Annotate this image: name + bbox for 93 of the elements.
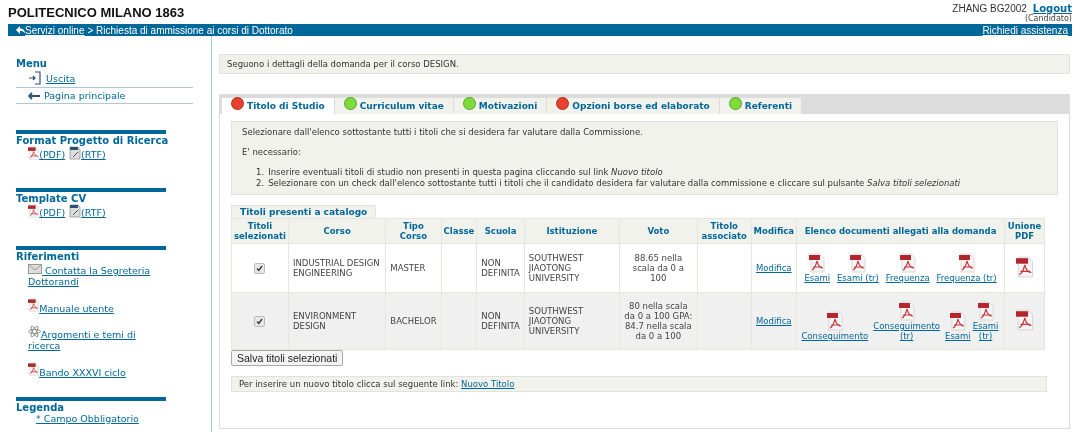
table-cell: BACHELOR xyxy=(385,292,442,350)
pdf-file-icon xyxy=(28,298,40,312)
section-title: Template CV xyxy=(16,193,87,204)
table-cell: NON DEFINITA xyxy=(476,292,525,350)
pdf-file-icon xyxy=(28,204,40,218)
tab[interactable]: Curriculum vitae xyxy=(334,94,453,114)
legend-link[interactable]: * Campo Obbligatorio xyxy=(16,413,211,424)
edit-link[interactable]: Modifica xyxy=(756,316,792,326)
document-link[interactable]: Esami xyxy=(945,311,971,341)
edit-link[interactable]: Modifica xyxy=(756,263,792,273)
pdf-file-icon xyxy=(977,301,994,321)
section-title: Menu xyxy=(16,58,47,69)
document-link[interactable]: Frequenza (tr) xyxy=(936,253,997,283)
table-cell: SOUTHWEST JIAOTONG UNIVERSITY xyxy=(524,243,620,293)
breadcrumb-link[interactable]: Servizi online xyxy=(25,24,85,36)
column-header: Classe xyxy=(441,218,477,244)
pdf-file-icon xyxy=(899,253,916,273)
reference-link[interactable]: Bando XXXVI ciclo xyxy=(16,362,163,378)
column-header: Unione PDF xyxy=(1004,218,1045,244)
download-link[interactable]: (PDF) xyxy=(28,146,66,160)
document-icon xyxy=(69,146,82,160)
download-link[interactable]: (PDF) xyxy=(28,204,66,218)
download-link[interactable]: (RTF) xyxy=(69,146,106,160)
envelope-icon xyxy=(28,264,42,274)
table-cell: NON DEFINITA xyxy=(476,243,525,293)
table-cell: 80 nella scala da 0 a 100 GPA: 84.7 nella scala da 0 a 100 xyxy=(619,292,698,350)
user-role: (Candidato) xyxy=(1024,14,1072,23)
pdf-file-icon xyxy=(28,362,40,376)
tab[interactable]: Referenti xyxy=(719,94,802,114)
document-link[interactable]: Esami xyxy=(804,253,831,283)
reference-link[interactable]: Manuale utente xyxy=(16,298,163,314)
download-link[interactable]: (RTF) xyxy=(69,204,106,218)
document-link[interactable]: Conseguimento xyxy=(801,311,869,341)
step-number: 1. xyxy=(256,167,265,178)
section-title: Format Progetto di Ricerca xyxy=(16,135,169,146)
document-icon xyxy=(69,204,82,218)
notice-text: Seguono i dettagli della domanda per il corso DESIGN. xyxy=(219,54,1070,74)
tab[interactable]: Motivazioni xyxy=(453,94,547,114)
instruction-text: Selezionare dall'elenco sottostante tutti i titoli che si desidera far valutare dalla Commissione. xyxy=(242,127,644,138)
reference-link[interactable]: Argomenti e temi di ricerca xyxy=(16,325,163,351)
pdf-file-icon xyxy=(1015,256,1034,278)
pdf-file-icon xyxy=(826,311,843,331)
table-cell: 88.65 nella scala da 0 a 100 xyxy=(619,243,698,293)
instruction-step: Inserire eventuali titoli di studio non presenti in questa pagina cliccando sul link Nuovo titolo xyxy=(268,167,663,178)
column-header: Scuola xyxy=(476,218,525,244)
column-header: Elenco documenti allegati alla domanda xyxy=(796,218,1005,244)
column-header: Titolo associato xyxy=(697,218,752,244)
table-cell: MASTER xyxy=(385,243,442,293)
table-cell: SOUTHWEST JIAOTONG UNIVERSITY xyxy=(524,292,620,350)
tab[interactable]: Opzioni borse ed elaborato xyxy=(547,94,719,114)
new-title-text: Per inserire un nuovo titolo clicca sul seguente link: Nuovo Titolo xyxy=(231,376,1047,392)
pdf-file-icon xyxy=(958,253,975,273)
table-cell: INDUSTRIAL DESIGN ENGINEERING xyxy=(288,243,386,293)
pdf-file-icon xyxy=(949,311,966,331)
breadcrumb-text: > Richiesta di ammissione ai corsi di Dottorato xyxy=(87,24,293,36)
pdf-file-icon xyxy=(809,253,826,273)
column-header: Voto xyxy=(619,218,698,244)
section-title: Legenda xyxy=(16,402,65,413)
column-header: Modifica xyxy=(751,218,797,244)
menu-item[interactable]: Pagina principale xyxy=(16,88,193,104)
back-arrow-icon xyxy=(28,91,40,100)
document-link[interactable]: Esami (tr) xyxy=(971,301,1000,341)
document-link[interactable]: Esami (tr) xyxy=(837,253,879,283)
instruction-text: E' necessario: xyxy=(242,147,302,158)
logout-link[interactable]: Logout xyxy=(1032,3,1072,14)
atom-icon xyxy=(28,325,41,338)
logo: POLITECNICO MILANO 1863 xyxy=(8,4,185,22)
pdf-file-icon xyxy=(1015,309,1034,331)
assistance-link[interactable]: Richiedi assistenza xyxy=(982,24,1068,36)
step-number: 2. xyxy=(256,178,265,189)
pdf-file-icon xyxy=(849,253,866,273)
table-caption: Titoli presenti a catalogo xyxy=(231,205,377,218)
pdf-file-icon xyxy=(28,146,40,160)
column-header: Tipo Corso xyxy=(385,218,442,244)
user-name: ZHANG BG2002 xyxy=(952,3,1027,14)
pdf-file-icon xyxy=(898,301,915,321)
reference-link[interactable]: Contatta la Segreteria Dottorandi xyxy=(16,264,163,287)
tab[interactable]: Titolo di Studio xyxy=(222,94,334,114)
column-header: Istituzione xyxy=(524,218,620,244)
column-header: Titoli selezionati xyxy=(231,218,289,244)
document-link[interactable]: Conseguimento (tr) xyxy=(869,301,945,341)
document-link[interactable]: Frequenza xyxy=(885,253,930,283)
checkbox[interactable] xyxy=(254,315,266,327)
save-button[interactable]: Salva titoli selezionati xyxy=(231,350,344,366)
back-arrow-icon xyxy=(16,26,25,34)
column-header: Corso xyxy=(288,218,386,244)
new-title-link[interactable]: Nuovo Titolo xyxy=(461,379,515,389)
instruction-step: Selezionare con un check dall'elenco sottostante tutti i titoli che il candidato desidera far valutare dalla commissione e cliccare sul pulsante Salva titoli selezionati xyxy=(268,178,961,189)
section-title: Riferimenti xyxy=(16,251,80,262)
exit-door-icon xyxy=(28,71,42,85)
menu-item[interactable]: Uscita xyxy=(16,69,193,88)
checkbox[interactable] xyxy=(254,262,266,274)
table-cell: ENVIRONMENT DESIGN xyxy=(288,292,386,350)
